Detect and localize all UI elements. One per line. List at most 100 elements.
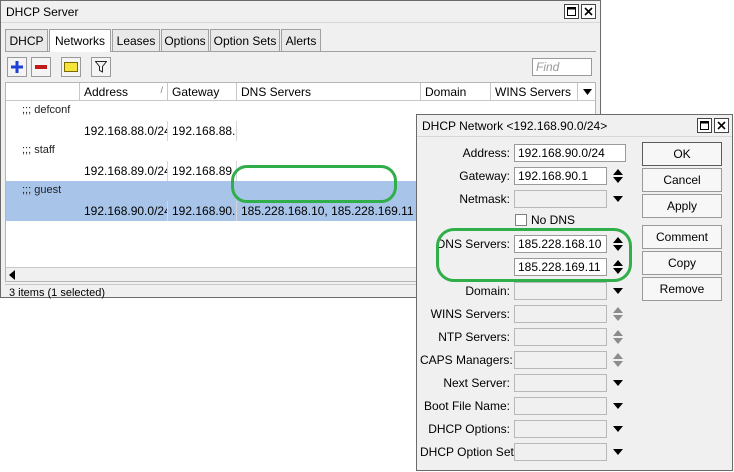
- ntp-servers-field[interactable]: [514, 328, 607, 346]
- close-button[interactable]: [581, 4, 596, 19]
- dhcp-options-dropdown[interactable]: [612, 420, 624, 438]
- dhcp-option-set-dropdown[interactable]: [612, 443, 624, 461]
- column-header-dns-servers[interactable]: DNS Servers: [237, 83, 421, 101]
- dhcp-option-set-label: DHCP Option Set:: [420, 445, 518, 459]
- comment-button[interactable]: [61, 57, 81, 77]
- up-down-icon: [613, 169, 623, 183]
- row-comment: ;;; staff: [22, 144, 55, 156]
- dialog-title-bar[interactable]: DHCP Network <192.168.90.0/24>: [417, 115, 732, 137]
- domain-label: Domain:: [465, 284, 510, 298]
- status-text: 3 items (1 selected): [9, 287, 105, 299]
- comment-button[interactable]: Comment: [642, 225, 722, 249]
- caps-managers-add-remove[interactable]: [612, 351, 624, 369]
- remove-button[interactable]: [31, 57, 51, 77]
- netmask-field[interactable]: [514, 190, 607, 208]
- apply-button[interactable]: Apply: [642, 194, 722, 218]
- gateway-add-remove[interactable]: [612, 167, 624, 185]
- remove-button[interactable]: Remove: [642, 277, 722, 301]
- ntp-servers-add-remove[interactable]: [612, 328, 624, 346]
- tab-alerts[interactable]: Alerts: [281, 29, 321, 51]
- boot-file-name-label: Boot File Name:: [423, 399, 510, 413]
- title-bar[interactable]: DHCP Server: [1, 1, 600, 23]
- chevron-down-icon: [582, 89, 592, 95]
- dns-server-1-field[interactable]: 185.228.168.10: [514, 235, 607, 253]
- boot-file-name-dropdown[interactable]: [612, 397, 624, 415]
- gateway-cell: 192.168.88.1: [168, 121, 237, 141]
- dns-server-2-add-remove[interactable]: [612, 258, 624, 276]
- table-header: Address / Gateway DNS Servers Domain WIN…: [6, 83, 595, 101]
- row-comment: ;;; guest: [22, 184, 62, 196]
- dns-server-1-add-remove[interactable]: [612, 235, 624, 253]
- ntp-servers-label: NTP Servers:: [438, 330, 510, 344]
- no-dns-checkbox[interactable]: [515, 214, 527, 226]
- netmask-label: Netmask:: [459, 192, 510, 206]
- caps-managers-label: CAPS Managers:: [420, 353, 513, 367]
- boot-file-name-field[interactable]: [514, 397, 607, 415]
- maximize-button[interactable]: [564, 4, 579, 19]
- sort-icon: /: [160, 85, 163, 95]
- dialog-maximize-button[interactable]: [697, 118, 712, 133]
- row-comment: ;;; defconf: [22, 104, 71, 116]
- tab-networks[interactable]: Networks: [49, 29, 111, 52]
- dhcp-options-field[interactable]: [514, 420, 607, 438]
- scroll-left-icon: [9, 270, 15, 280]
- maximize-icon: [700, 121, 709, 130]
- address-field[interactable]: 192.168.90.0/24: [514, 144, 626, 162]
- up-down-icon: [613, 260, 623, 274]
- dns-servers-label: DNS Servers:: [436, 237, 510, 251]
- domain-field[interactable]: [514, 282, 607, 300]
- caps-managers-field[interactable]: [514, 351, 607, 369]
- column-header-wins-servers[interactable]: WINS Servers: [491, 83, 578, 101]
- no-dns-label: No DNS: [531, 213, 576, 227]
- column-header-domain[interactable]: Domain: [421, 83, 491, 101]
- column-header-select[interactable]: [6, 83, 80, 101]
- up-down-icon: [613, 353, 623, 367]
- address-label: Address:: [462, 146, 510, 160]
- chevron-down-icon: [613, 426, 623, 432]
- cancel-button[interactable]: Cancel: [642, 168, 722, 192]
- minus-icon: [35, 65, 47, 69]
- copy-button[interactable]: Copy: [642, 251, 722, 275]
- column-header-address[interactable]: Address /: [80, 83, 168, 101]
- wins-servers-field[interactable]: [514, 305, 607, 323]
- gateway-cell: 192.168.89.1: [168, 161, 237, 181]
- up-down-icon: [613, 330, 623, 344]
- next-server-dropdown[interactable]: [612, 374, 624, 392]
- plus-icon: [11, 61, 23, 73]
- chevron-down-icon: [613, 403, 623, 409]
- next-server-field[interactable]: [514, 374, 607, 392]
- filter-icon: [95, 61, 107, 73]
- dialog-title: DHCP Network <192.168.90.0/24>: [422, 119, 608, 133]
- gateway-cell: 192.168.90.1: [168, 201, 237, 221]
- dhcp-options-label: DHCP Options:: [428, 422, 510, 436]
- netmask-dropdown[interactable]: [612, 190, 624, 208]
- up-down-icon: [613, 237, 623, 251]
- find-input[interactable]: Find: [532, 58, 592, 76]
- gateway-label: Gateway:: [459, 169, 510, 183]
- ok-button[interactable]: OK: [642, 142, 722, 166]
- dns-servers-cell: 185.228.168.10, 185.228.169.11: [237, 201, 421, 221]
- chevron-down-icon: [613, 380, 623, 386]
- dialog-close-button[interactable]: [714, 118, 729, 133]
- chevron-down-icon: [613, 449, 623, 455]
- column-menu-button[interactable]: [578, 83, 595, 101]
- maximize-icon: [567, 7, 576, 16]
- add-button[interactable]: [7, 57, 27, 77]
- address-cell: 192.168.89.0/24: [80, 161, 168, 181]
- wins-servers-label: WINS Servers:: [430, 307, 510, 321]
- tab-dhcp[interactable]: DHCP: [5, 29, 48, 51]
- dns-server-2-field[interactable]: 185.228.169.11: [514, 258, 607, 276]
- tab-leases[interactable]: Leases: [112, 29, 160, 51]
- address-cell: 192.168.88.0/24: [80, 121, 168, 141]
- wins-servers-add-remove[interactable]: [612, 305, 624, 323]
- column-header-gateway[interactable]: Gateway: [168, 83, 237, 101]
- tab-option-sets[interactable]: Option Sets: [210, 29, 280, 51]
- note-icon: [64, 62, 78, 72]
- dhcp-option-set-field[interactable]: [514, 443, 607, 461]
- tab-options[interactable]: Options: [161, 29, 209, 51]
- filter-button[interactable]: [91, 57, 111, 77]
- address-cell: 192.168.90.0/24: [80, 201, 168, 221]
- gateway-field[interactable]: 192.168.90.1: [514, 167, 607, 185]
- domain-dropdown[interactable]: [612, 282, 624, 300]
- chevron-down-icon: [613, 196, 623, 202]
